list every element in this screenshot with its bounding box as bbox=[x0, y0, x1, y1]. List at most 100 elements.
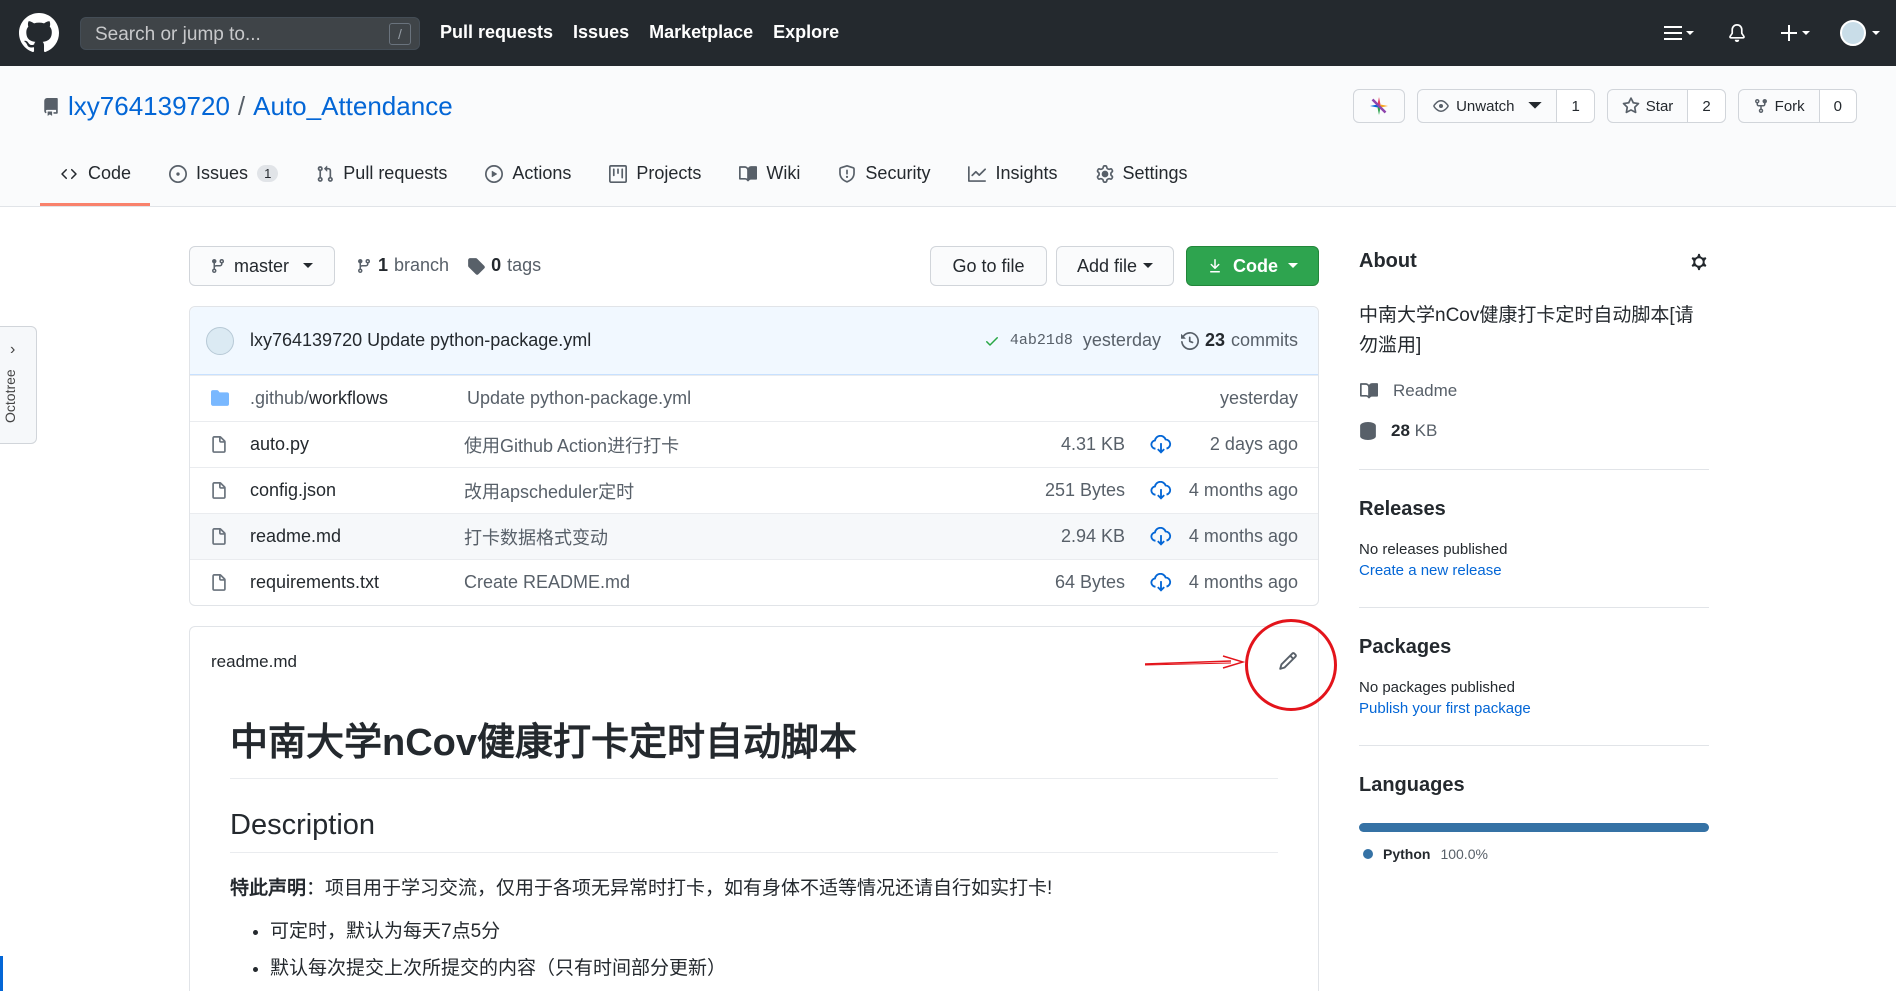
commits-link[interactable]: 23 commits bbox=[1180, 330, 1298, 351]
cloud-download-icon[interactable] bbox=[1150, 481, 1172, 501]
file-row[interactable]: readme.md 打卡数据格式变动 2.94 KB 4 months ago bbox=[190, 513, 1318, 559]
nav-issues[interactable]: Issues bbox=[573, 22, 629, 43]
caret-down-icon bbox=[1143, 263, 1154, 268]
chevron-right-icon: › bbox=[10, 341, 16, 358]
file-name[interactable]: config.json bbox=[250, 480, 336, 501]
languages-title: Languages bbox=[1359, 774, 1465, 796]
star-icon bbox=[1622, 97, 1640, 114]
tab-insights[interactable]: Insights bbox=[949, 158, 1076, 206]
issue-opened-icon bbox=[169, 164, 188, 183]
star-count[interactable]: 2 bbox=[1688, 90, 1725, 122]
caret-down-icon bbox=[1528, 102, 1543, 109]
folder-icon bbox=[211, 390, 229, 406]
commit-time: yesterday bbox=[1082, 330, 1161, 350]
go-to-file-button[interactable]: Go to file bbox=[930, 246, 1047, 286]
octotree-toggle[interactable]: › Octotree bbox=[0, 326, 37, 444]
nav-marketplace[interactable]: Marketplace bbox=[649, 22, 753, 43]
tab-security[interactable]: Security bbox=[819, 158, 949, 206]
cloud-download-icon[interactable] bbox=[1150, 435, 1172, 455]
tab-settings[interactable]: Settings bbox=[1077, 158, 1207, 206]
github-logo-icon[interactable] bbox=[19, 13, 59, 53]
languages-section: Languages Python 100.0% bbox=[1359, 774, 1709, 862]
tab-actions[interactable]: Actions bbox=[466, 158, 590, 206]
branches-link[interactable]: 1 branch bbox=[356, 255, 449, 276]
nav-pull-requests[interactable]: Pull requests bbox=[440, 22, 553, 43]
repo-name-link[interactable]: Auto_Attendance bbox=[253, 91, 453, 122]
file-name[interactable]: .github/workflows bbox=[250, 388, 388, 409]
file-row[interactable]: auto.py 使用Github Action进行打卡 4.31 KB 2 da… bbox=[190, 421, 1318, 467]
tab-code[interactable]: Code bbox=[40, 158, 151, 206]
releases-title[interactable]: Releases bbox=[1359, 498, 1709, 521]
cloud-download-icon[interactable] bbox=[1150, 527, 1172, 547]
file-icon bbox=[212, 574, 226, 591]
code-download-button[interactable]: Code bbox=[1186, 246, 1319, 286]
language-item[interactable]: Python 100.0% bbox=[1359, 846, 1709, 862]
file-name[interactable]: auto.py bbox=[250, 434, 309, 455]
star-button[interactable]: Star bbox=[1608, 90, 1689, 122]
main-content: master 1 branch 0 tags Go to file Add fi… bbox=[189, 246, 1319, 991]
branch-word: branch bbox=[394, 255, 450, 275]
cloud-download-icon[interactable] bbox=[1150, 573, 1172, 593]
extension-button[interactable] bbox=[1353, 89, 1406, 123]
unwatch-button[interactable]: Unwatch bbox=[1418, 90, 1558, 122]
file-icon bbox=[212, 482, 226, 499]
repo-size: 28 KB bbox=[1359, 421, 1709, 441]
tab-pull-requests[interactable]: Pull requests bbox=[297, 158, 466, 206]
file-commit-message[interactable]: 改用apscheduler定时 bbox=[464, 478, 634, 504]
file-row[interactable]: requirements.txt Create README.md 64 Byt… bbox=[190, 559, 1318, 605]
commit-author[interactable]: lxy764139720 bbox=[250, 330, 362, 350]
book-icon bbox=[1360, 383, 1379, 399]
file-row[interactable]: .github/workflows Update python-package.… bbox=[190, 375, 1318, 421]
repo-tabs: Code Issues 1 Pull requests Actions Proj… bbox=[40, 158, 1207, 206]
tags-link[interactable]: 0 tags bbox=[467, 255, 541, 276]
readme-link[interactable]: Readme bbox=[1359, 381, 1709, 401]
global-nav: Pull requests Issues Marketplace Explore bbox=[440, 22, 839, 43]
file-name[interactable]: requirements.txt bbox=[250, 572, 379, 593]
bell-icon[interactable] bbox=[1722, 18, 1752, 48]
hamburger-menu-icon[interactable] bbox=[1664, 18, 1694, 48]
tab-insights-label: Insights bbox=[995, 163, 1058, 183]
fork-label: Fork bbox=[1774, 97, 1805, 115]
file-icon bbox=[212, 436, 226, 453]
avatar[interactable] bbox=[206, 327, 234, 355]
readme-title: 中南大学nCov健康打卡定时自动脚本 bbox=[230, 711, 1278, 779]
gear-icon[interactable] bbox=[1689, 252, 1709, 272]
file-row[interactable]: config.json 改用apscheduler定时 251 Bytes 4 … bbox=[190, 467, 1318, 513]
history-icon bbox=[1180, 331, 1199, 350]
play-icon bbox=[485, 164, 504, 183]
file-commit-message[interactable]: 打卡数据格式变动 bbox=[464, 524, 608, 550]
fork-count[interactable]: 0 bbox=[1819, 90, 1856, 122]
watch-count[interactable]: 1 bbox=[1557, 90, 1594, 122]
file-name[interactable]: readme.md bbox=[250, 526, 341, 547]
file-time: 4 months ago bbox=[1188, 526, 1298, 546]
branch-select-button[interactable]: master bbox=[189, 246, 335, 286]
search-input[interactable]: Search or jump to... / bbox=[80, 17, 420, 50]
create-release-link[interactable]: Create a new release bbox=[1359, 562, 1709, 579]
file-commit-message[interactable]: Create README.md bbox=[464, 572, 630, 593]
releases-none-text: No releases published bbox=[1359, 541, 1508, 558]
fork-button[interactable]: Fork bbox=[1739, 90, 1820, 122]
plus-icon[interactable] bbox=[1780, 18, 1810, 48]
commit-sha[interactable]: 4ab21d8 bbox=[1010, 332, 1073, 349]
user-menu[interactable] bbox=[1838, 18, 1882, 48]
repo-owner-link[interactable]: lxy764139720 bbox=[68, 91, 230, 122]
file-commit-message[interactable]: Update python-package.yml bbox=[467, 388, 691, 409]
commit-message: lxy764139720 Update python-package.yml bbox=[250, 330, 591, 351]
octotree-label: Octotree bbox=[2, 369, 18, 423]
commit-title[interactable]: Update python-package.yml bbox=[367, 330, 591, 350]
fork-button-group: Fork 0 bbox=[1737, 89, 1857, 123]
book-icon bbox=[739, 165, 758, 181]
tab-wiki[interactable]: Wiki bbox=[720, 158, 819, 206]
file-list: lxy764139720 Update python-package.yml 4… bbox=[189, 306, 1319, 606]
readme-notice-text: ：项目用于学习交流，仅用于各项无异常时打卡，如有身体不适等情况还请自行如实打卡! bbox=[306, 878, 1053, 899]
nav-explore[interactable]: Explore bbox=[773, 22, 839, 43]
tab-issues[interactable]: Issues 1 bbox=[150, 158, 297, 206]
publish-package-link[interactable]: Publish your first package bbox=[1359, 700, 1709, 717]
file-commit-message[interactable]: 使用Github Action进行打卡 bbox=[464, 432, 679, 458]
repo-header: lxy764139720 / Auto_Attendance Unwatch 1 bbox=[0, 66, 1896, 207]
add-file-button[interactable]: Add file bbox=[1056, 246, 1174, 286]
tab-projects[interactable]: Projects bbox=[590, 158, 720, 206]
packages-none-text: No packages published bbox=[1359, 679, 1515, 696]
list-item: 可定时，默认为每天7点5分 bbox=[270, 916, 1278, 943]
packages-title[interactable]: Packages bbox=[1359, 636, 1709, 659]
